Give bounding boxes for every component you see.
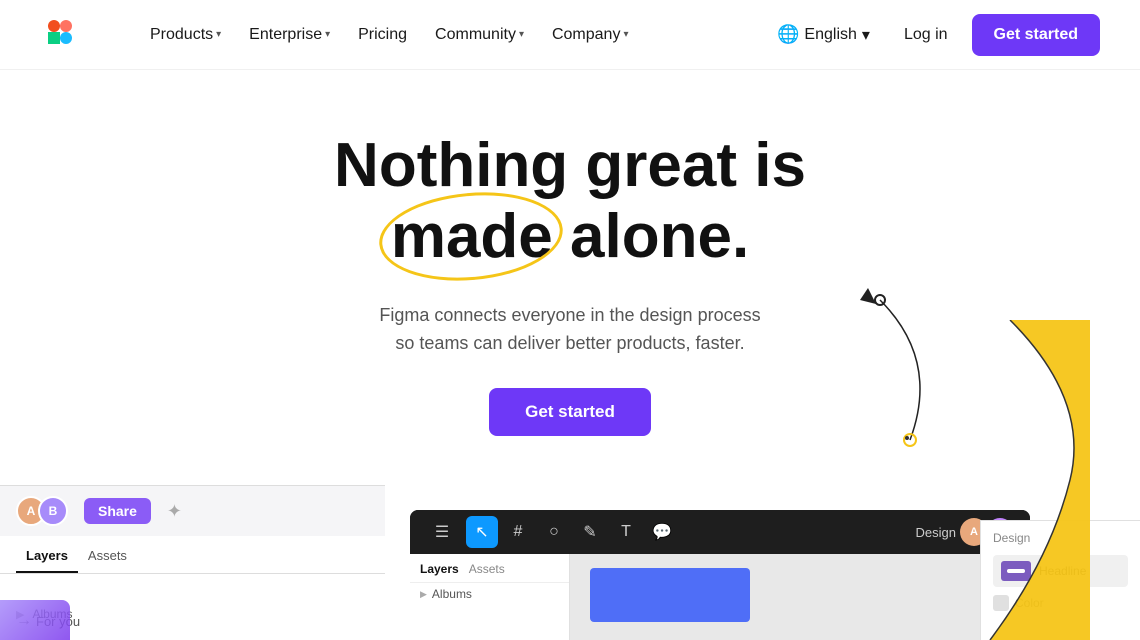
layer-label: Albums — [432, 587, 472, 601]
right-panel-preview: Design Headline Color — [980, 520, 1140, 640]
ellipse-icon[interactable]: ○ — [538, 516, 570, 548]
left-panel-tabs: Layers Assets — [0, 536, 385, 574]
chevron-down-icon: ▾ — [325, 29, 330, 40]
left-panel-top: A B Share ✦ — [0, 486, 385, 536]
chevron-down-icon: ▾ — [519, 29, 524, 40]
nav-right: 🌐 English ▾ Log in Get started — [767, 14, 1100, 56]
hero-title: Nothing great is made alone. — [334, 130, 806, 273]
chevron-down-icon: ▾ — [623, 29, 628, 40]
layers-tab-layers[interactable]: Layers — [420, 562, 459, 576]
comment-icon[interactable]: 💬 — [646, 516, 678, 548]
nav-links: Products ▾ Enterprise ▾ Pricing Communit… — [140, 18, 767, 52]
navbar: Products ▾ Enterprise ▾ Pricing Communit… — [0, 0, 1140, 70]
figma-ui-preview: ☰ ↖ # ○ ✎ T 💬 Design A B Layers Assets ▶ — [410, 510, 1030, 640]
hero-section: Nothing great is made alone. Figma conne… — [0, 70, 1140, 436]
layers-tab-assets[interactable]: Assets — [469, 562, 505, 576]
nav-company[interactable]: Company ▾ — [542, 18, 639, 52]
component-name-label: Headline — [1039, 564, 1086, 578]
text-icon[interactable]: T — [610, 516, 642, 548]
canvas-blue-rect — [590, 568, 750, 622]
share-button[interactable]: Share — [84, 498, 151, 524]
layers-panel: Layers Assets ▶ Albums — [410, 554, 570, 640]
globe-icon: 🌐 — [777, 24, 799, 45]
left-panel-preview: A B Share ✦ Layers Assets ▶ Albums → For… — [0, 485, 385, 640]
login-button[interactable]: Log in — [888, 18, 964, 52]
component-preview: Headline — [993, 555, 1128, 587]
tab-layers[interactable]: Layers — [16, 542, 78, 573]
component-thumbnail — [1001, 561, 1031, 581]
expand-row-icon: ▶ — [420, 589, 427, 600]
chevron-down-icon: ▾ — [862, 25, 870, 45]
chevron-down-icon: ▾ — [216, 29, 221, 40]
color-label: Color — [1015, 596, 1044, 610]
language-selector[interactable]: 🌐 English ▾ — [767, 16, 880, 53]
design-tab-label[interactable]: Design — [916, 525, 956, 540]
layers-row-albums: ▶ Albums — [410, 583, 569, 605]
menu-icon[interactable]: ☰ — [426, 516, 458, 548]
color-row: Color — [993, 595, 1128, 611]
nav-community[interactable]: Community ▾ — [425, 18, 534, 52]
avatar: B — [38, 496, 68, 526]
color-swatch — [993, 595, 1009, 611]
figma-canvas — [570, 554, 1030, 640]
layers-tabs-row: Layers Assets — [410, 562, 569, 583]
design-section-label: Design — [993, 531, 1128, 545]
get-started-button-hero[interactable]: Get started — [489, 388, 651, 436]
get-started-button-nav[interactable]: Get started — [972, 14, 1100, 56]
avatar-group: A B — [16, 496, 60, 526]
figma-toolbar: ☰ ↖ # ○ ✎ T 💬 Design A B — [410, 510, 1030, 554]
nav-products[interactable]: Products ▾ — [140, 18, 231, 52]
logo[interactable] — [40, 12, 80, 57]
component-thumb-inner — [1007, 569, 1025, 573]
select-icon[interactable]: ↖ — [466, 516, 498, 548]
purple-blob — [0, 600, 70, 640]
hero-subtitle: Figma connects everyone in the design pr… — [379, 301, 760, 359]
frame-icon[interactable]: # — [502, 516, 534, 548]
nav-pricing[interactable]: Pricing — [348, 18, 417, 52]
figma-layers-area: Layers Assets ▶ Albums — [410, 554, 1030, 640]
hero-highlight-made: made — [391, 201, 553, 272]
pen-icon[interactable]: ✎ — [574, 516, 606, 548]
bottom-preview: A B Share ✦ Layers Assets ▶ Albums → For… — [0, 485, 1140, 640]
sparkle-icon[interactable]: ✦ — [167, 501, 182, 522]
nav-enterprise[interactable]: Enterprise ▾ — [239, 18, 340, 52]
tab-assets[interactable]: Assets — [78, 542, 137, 573]
